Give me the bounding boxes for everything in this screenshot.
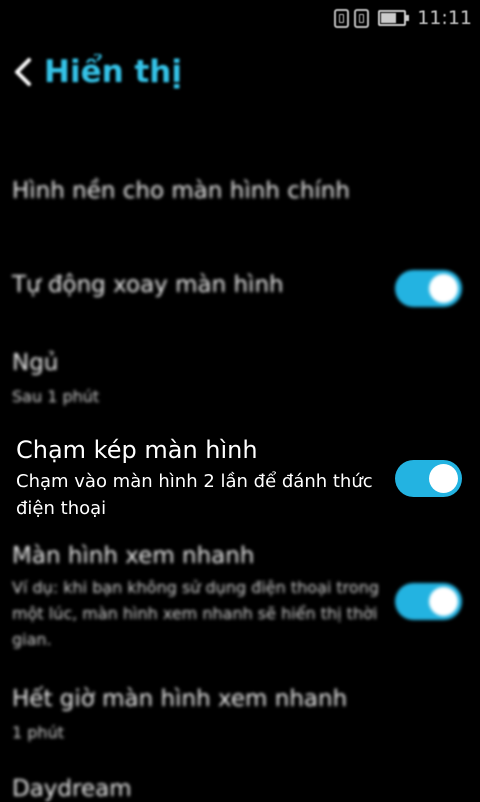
setting-daydream[interactable]: Daydream [12,776,468,802]
double-tap-toggle[interactable] [395,460,462,497]
sim1-icon [334,8,350,28]
status-time: 11:11 [417,7,472,29]
setting-wallpaper[interactable]: Hình nền cho màn hình chính [12,178,468,204]
toggle-knob [429,587,458,616]
setting-subtitle: Ví dụ: khi bạn không sử dụng điện thoại … [12,578,379,649]
setting-title: Daydream [12,776,132,802]
setting-subtitle: Sau 1 phút [12,387,100,406]
setting-title: Màn hình xem nhanh [12,543,255,569]
setting-glance-screen[interactable]: Màn hình xem nhanh Ví dụ: khi bạn không … [12,543,468,663]
chevron-left-icon[interactable] [12,52,36,92]
sim2-icon [354,8,370,28]
setting-title: Ngủ [12,350,59,376]
setting-title: Chạm kép màn hình [16,436,258,464]
status-bar: 11:11 [0,0,480,36]
page-title: Hiển thị [44,54,182,90]
setting-title: Hết giờ màn hình xem nhanh [12,686,348,712]
setting-sleep[interactable]: Ngủ Sau 1 phút [12,350,468,410]
setting-subtitle: Chạm vào màn hình 2 lần để đánh thức điệ… [16,471,373,519]
toggle-knob [429,274,458,303]
header: Hiển thị [12,52,182,92]
setting-glance-timeout[interactable]: Hết giờ màn hình xem nhanh 1 phút [12,686,468,746]
setting-double-tap[interactable]: Chạm kép màn hình Chạm vào màn hình 2 lầ… [12,436,468,526]
glance-screen-toggle[interactable] [395,583,462,620]
battery-icon [378,10,410,26]
auto-rotate-toggle[interactable] [395,270,462,307]
setting-title: Hình nền cho màn hình chính [12,178,350,204]
toggle-knob [429,464,458,493]
setting-subtitle: 1 phút [12,723,64,742]
setting-auto-rotate[interactable]: Tự động xoay màn hình [12,270,468,310]
